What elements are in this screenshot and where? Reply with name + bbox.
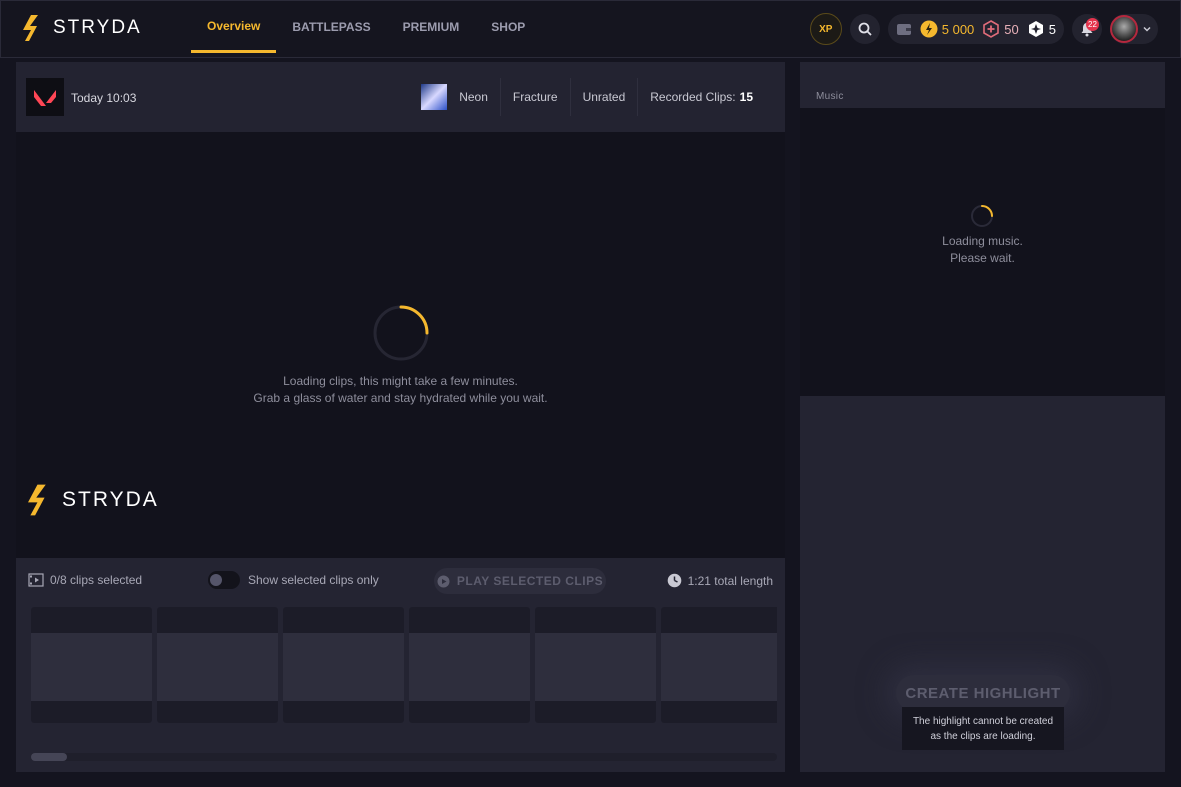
loading-spinner-icon (373, 305, 429, 361)
show-selected-toggle[interactable] (208, 571, 240, 589)
brand-name: STRYDA (53, 17, 142, 38)
recorded-clips: Recorded Clips: 15 (637, 78, 765, 116)
clip-thumbnail[interactable] (409, 607, 530, 723)
play-icon (437, 575, 450, 587)
tab-premium[interactable]: PREMIUM (387, 1, 476, 53)
match-meta: Neon Fracture Unrated Recorded Clips: 15 (421, 78, 765, 116)
notifications-button[interactable]: 22 (1072, 14, 1102, 44)
xp-button[interactable]: XP (809, 13, 842, 45)
music-loading-line-2: Please wait. (950, 251, 1015, 265)
music-label: Music (816, 91, 844, 102)
watermark-text: STRYDA (62, 488, 159, 511)
agent-name: Neon (459, 90, 488, 104)
clips-loading-line-1: Loading clips, this might take a few min… (283, 374, 518, 388)
stryda-watermark-logo-icon (28, 484, 46, 516)
match-time: Today 10:03 (71, 91, 137, 105)
clips-scrollbar-thumb[interactable] (31, 753, 67, 761)
currency-plus-value: 50 (1004, 21, 1019, 37)
clips-selection-bar: 0/8 clips selected Show selected clips o… (16, 558, 785, 772)
music-list: Loading music. Please wait. (800, 108, 1165, 396)
clip-thumbnails (31, 607, 777, 723)
currency-bolt: 5 000 (920, 20, 975, 38)
currency-star-value: 5 (1048, 21, 1056, 37)
clips-loading-line-2: Grab a glass of water and stay hydrated … (253, 391, 548, 405)
music-loading-message: Loading music. Please wait. (800, 233, 1165, 267)
star-token-icon (1028, 21, 1043, 37)
tab-overview[interactable]: Overview (191, 1, 277, 53)
clip-viewer: Loading clips, this might take a few min… (16, 132, 785, 558)
wallet-icon (896, 24, 911, 35)
clip-thumbnail[interactable] (157, 607, 278, 723)
header-tools: XP 5 000 50 5 22 (809, 13, 1158, 45)
chevron-down-icon (1143, 26, 1151, 32)
tab-shop[interactable]: SHOP (475, 1, 541, 53)
clips-panel: Today 10:03 Neon Fracture Unrated Record… (16, 62, 785, 772)
toggle-knob (210, 574, 222, 586)
music-loading-spinner-icon (971, 205, 993, 227)
bolt-coin-icon (920, 20, 938, 38)
map-name: Fracture (499, 78, 570, 116)
clips-scrollbar[interactable] (31, 753, 777, 761)
clips-selected-text: 0/8 clips selected (50, 573, 143, 587)
valorant-logo-icon (34, 90, 56, 106)
valorant-game-icon (26, 78, 64, 116)
clip-thumbnail[interactable] (661, 607, 777, 723)
tooltip-line-2: as the clips are loading. (930, 731, 1036, 742)
play-selected-label: PLAY SELECTED CLIPS (456, 574, 604, 588)
film-icon (28, 573, 44, 587)
search-icon (858, 22, 872, 36)
currency-bolt-value: 5 000 (941, 21, 975, 37)
show-selected-toggle-wrap: Show selected clips only (208, 571, 379, 589)
music-panel: Music Loading music. Please wait. CREATE… (800, 62, 1165, 772)
music-loading-line-1: Loading music. (942, 234, 1023, 248)
create-highlight-area: CREATE HIGHLIGHT The highlight cannot be… (896, 675, 1070, 750)
total-length-text: 1:21 total length (687, 573, 773, 588)
profile-menu[interactable] (1110, 14, 1158, 44)
clip-thumbnail[interactable] (535, 607, 656, 723)
xp-label: XP (819, 23, 833, 35)
match-header: Today 10:03 Neon Fracture Unrated Record… (16, 62, 785, 132)
show-selected-label: Show selected clips only (248, 573, 379, 587)
recorded-clips-count: 15 (739, 90, 753, 104)
top-navigation-bar: STRYDA Overview BATTLEPASS PREMIUM SHOP … (0, 0, 1181, 58)
agent-portrait-icon (421, 84, 448, 110)
create-highlight-button[interactable]: CREATE HIGHLIGHT (896, 675, 1070, 711)
create-highlight-tooltip: The highlight cannot be created as the c… (902, 707, 1064, 750)
recorded-clips-label: Recorded Clips: (650, 90, 736, 104)
currency-plus: 50 (982, 20, 1019, 38)
clip-thumbnail[interactable] (31, 607, 152, 723)
currency-star: 5 (1027, 20, 1056, 38)
tooltip-line-1: The highlight cannot be created (912, 716, 1054, 727)
avatar (1110, 15, 1138, 43)
clip-thumbnail[interactable] (283, 607, 404, 723)
plus-token-icon (983, 20, 1000, 38)
clips-controls: 0/8 clips selected Show selected clips o… (16, 558, 785, 604)
stryda-logo-icon (23, 15, 38, 41)
play-selected-clips-button[interactable]: PLAY SELECTED CLIPS (434, 568, 606, 594)
brand-logo[interactable]: STRYDA (23, 15, 142, 41)
clock-icon (667, 573, 681, 588)
clips-loading-message: Loading clips, this might take a few min… (16, 373, 785, 407)
total-length: 1:21 total length (667, 573, 773, 588)
search-button[interactable] (849, 14, 880, 44)
main-nav: Overview BATTLEPASS PREMIUM SHOP (191, 1, 541, 59)
clips-selected: 0/8 clips selected (28, 573, 142, 587)
stryda-watermark: STRYDA (28, 484, 159, 516)
game-mode: Unrated (569, 78, 638, 116)
wallet-bar[interactable]: 5 000 50 5 (887, 14, 1064, 44)
notification-count-badge: 22 (1086, 18, 1099, 31)
tab-battlepass[interactable]: BATTLEPASS (276, 1, 386, 53)
